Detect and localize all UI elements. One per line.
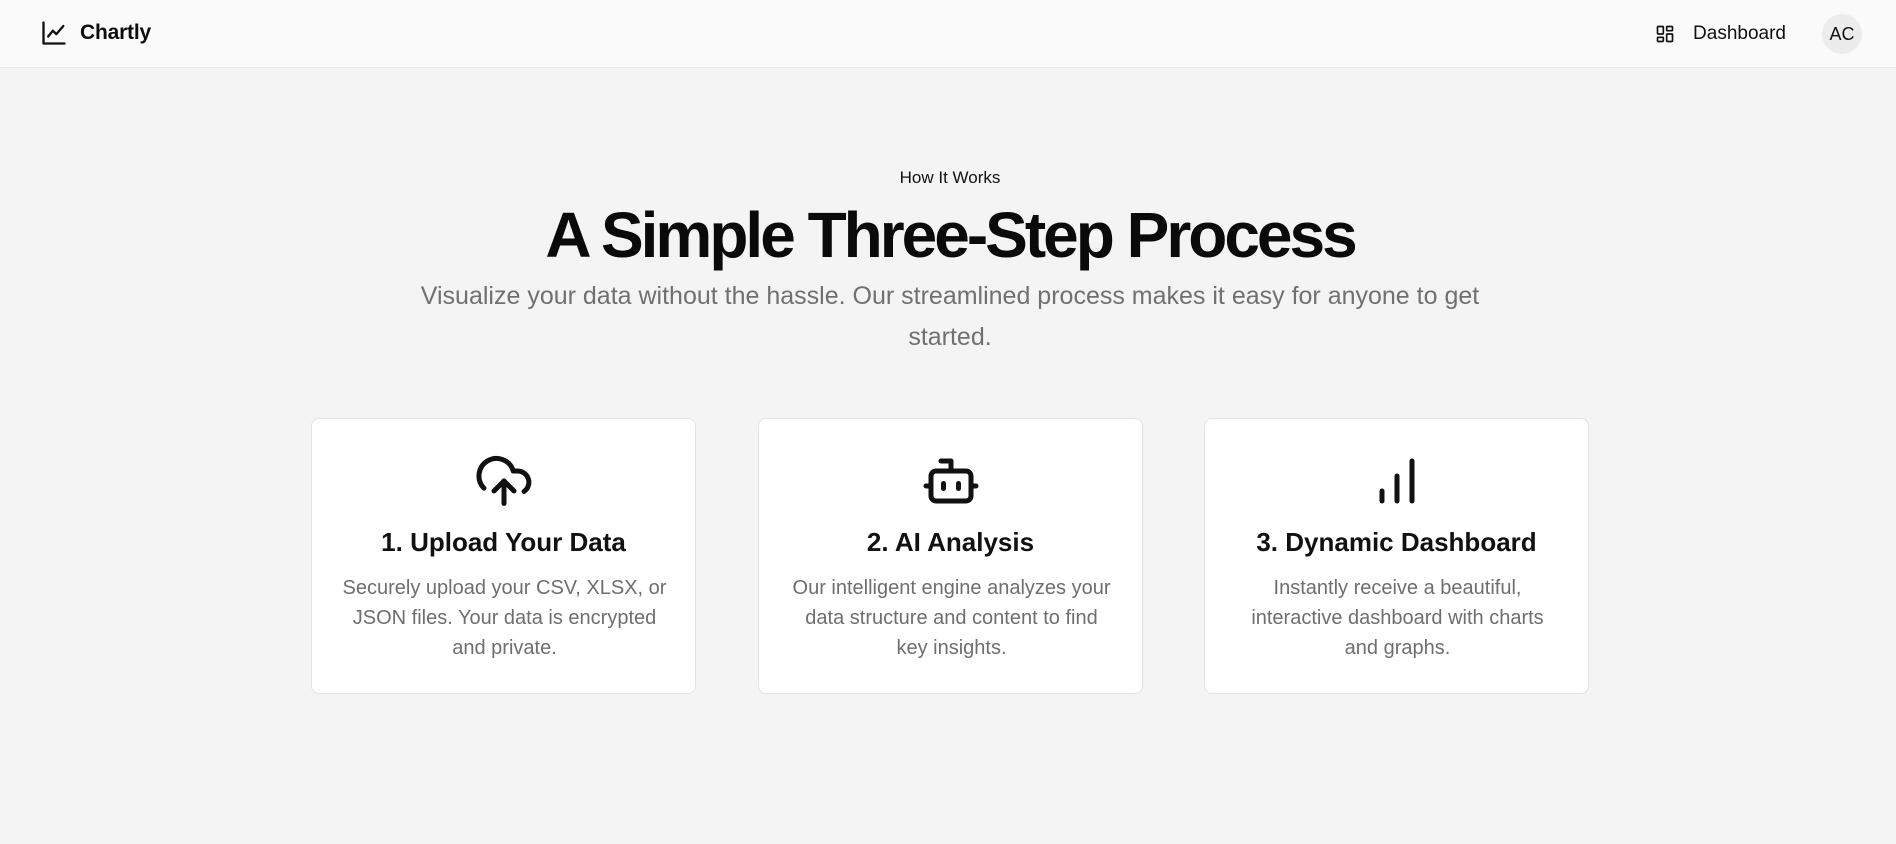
layout-grid-icon xyxy=(1655,24,1675,44)
header-actions: Dashboard AC xyxy=(1655,14,1862,54)
step-card-upload: 1. Upload Your Data Securely upload your… xyxy=(311,418,696,694)
step-card-dashboard: 3. Dynamic Dashboard Instantly receive a… xyxy=(1204,418,1589,694)
step-title: 1. Upload Your Data xyxy=(381,527,626,557)
dashboard-link-label: Dashboard xyxy=(1693,23,1786,44)
brand-name: Chartly xyxy=(80,21,151,44)
section-title: A Simple Three-Step Process xyxy=(545,199,1357,271)
user-avatar[interactable]: AC xyxy=(1822,14,1862,54)
step-title: 2. AI Analysis xyxy=(866,527,1035,557)
bar-chart-icon xyxy=(1367,451,1427,511)
dashboard-link[interactable]: Dashboard xyxy=(1655,23,1786,45)
bot-icon xyxy=(921,451,981,511)
top-navigation-bar: Chartly Dashboard AC xyxy=(0,0,1896,68)
step-description: Instantly receive a beautiful, interacti… xyxy=(1251,577,1544,659)
step-description: Securely upload your CSV, XLSX, or JSON … xyxy=(342,577,667,659)
avatar-initials: AC xyxy=(1829,23,1855,44)
step-description: Our intelligent engine analyzes your dat… xyxy=(792,577,1111,659)
section-eyebrow: How It Works xyxy=(899,168,1001,187)
step-title: 3. Dynamic Dashboard xyxy=(1256,527,1537,557)
brand-logo-link[interactable]: Chartly xyxy=(40,18,151,48)
line-chart-icon xyxy=(40,19,68,47)
cloud-upload-icon xyxy=(474,451,534,511)
step-card-ai-analysis: 2. AI Analysis Our intelligent engine an… xyxy=(758,418,1143,694)
section-subtitle: Visualize your data without the hassle. … xyxy=(420,282,1480,351)
